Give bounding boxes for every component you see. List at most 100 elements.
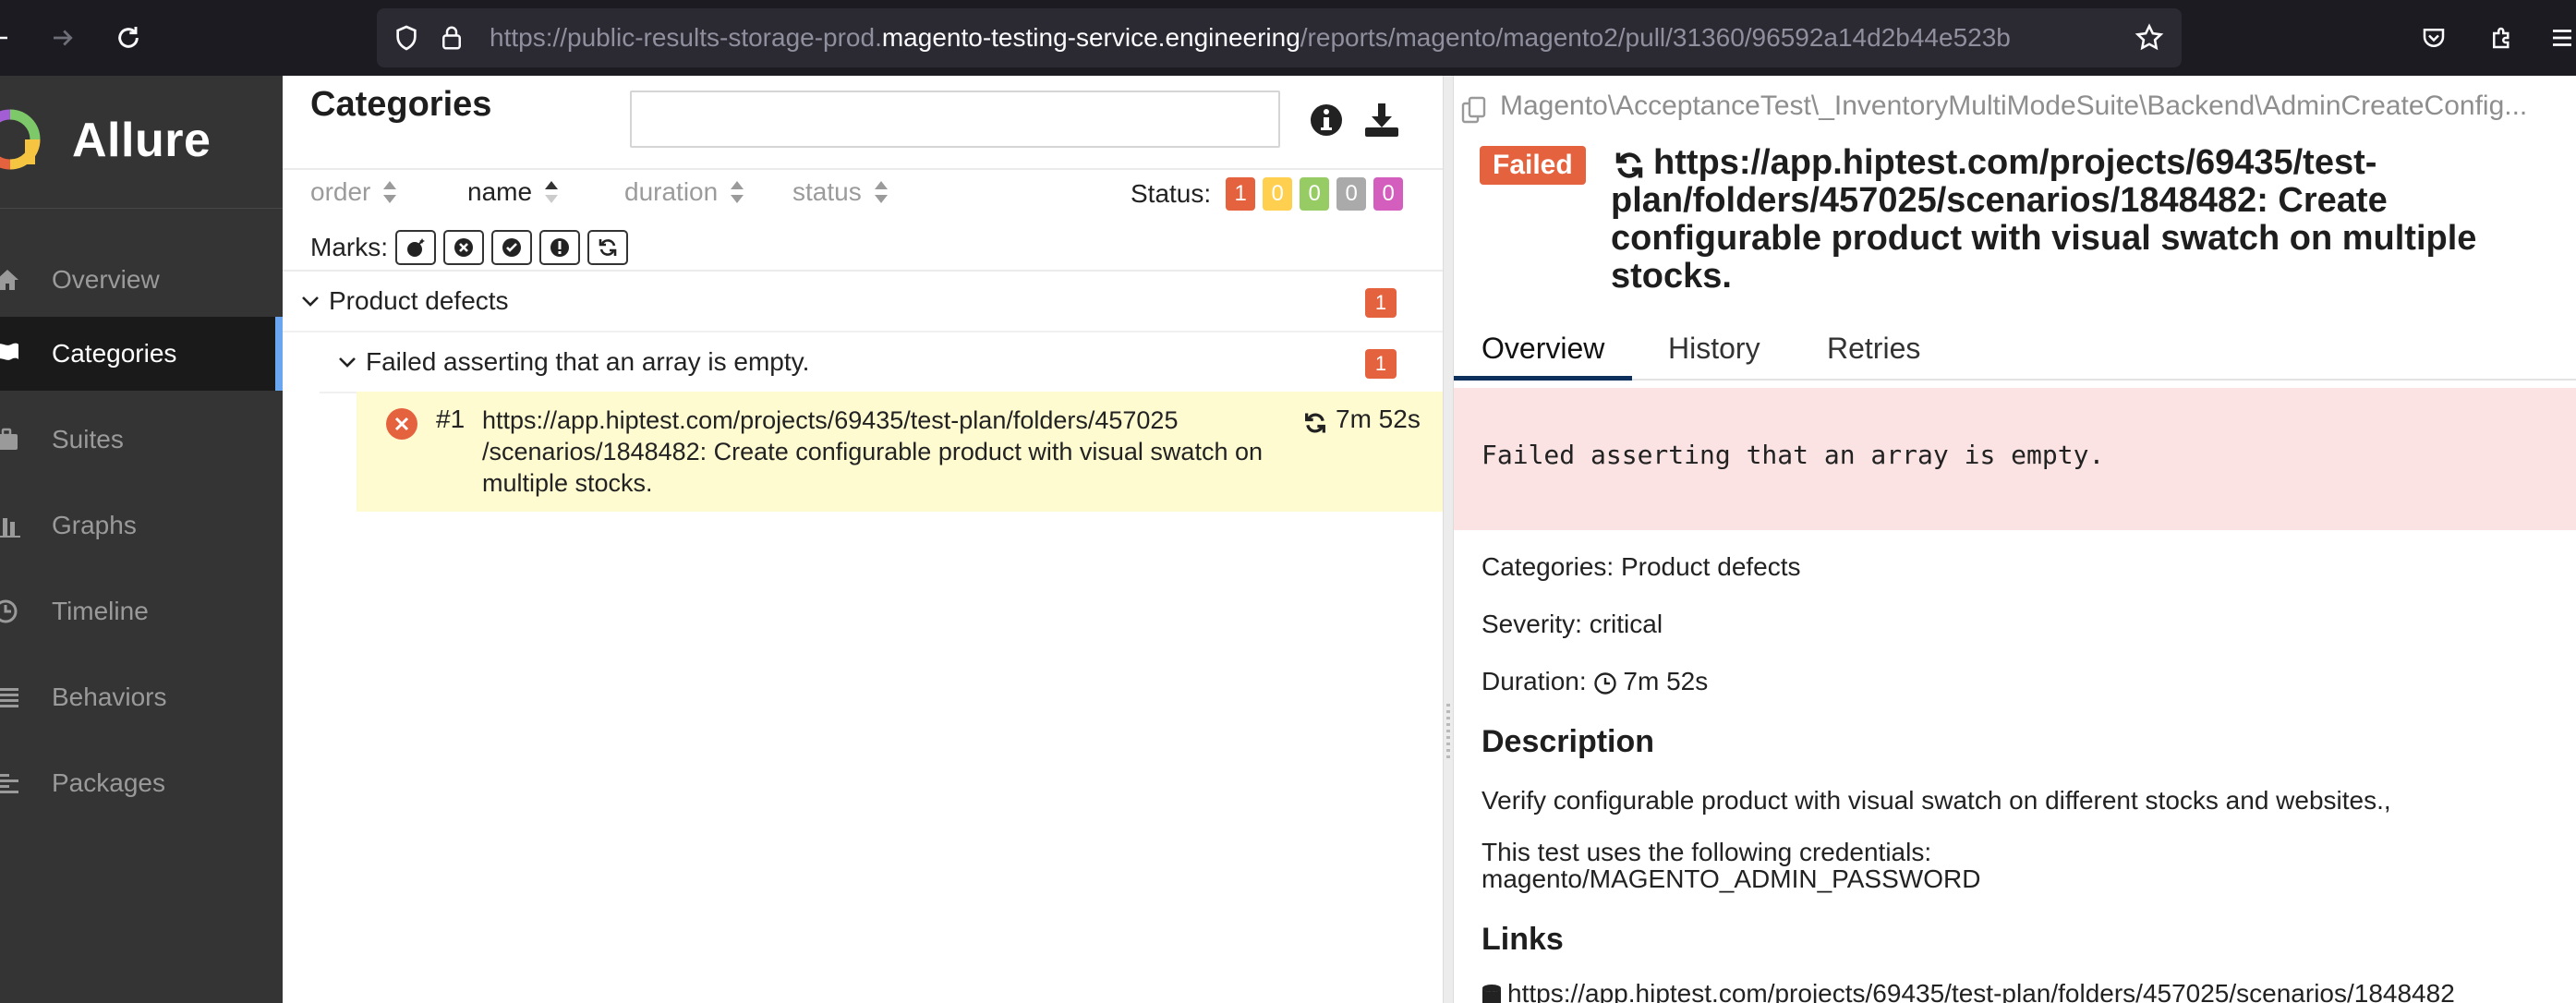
sidebar-item-label: Packages — [52, 768, 165, 797]
lock-icon[interactable] — [438, 8, 466, 67]
sort-order-button[interactable]: order — [310, 172, 397, 212]
categories-pane: Categories order name duration status St… — [283, 76, 1443, 1003]
x-circle-icon — [454, 238, 473, 257]
test-result-row[interactable]: #1 https://app.hiptest.com/projects/6943… — [357, 392, 1443, 512]
status-badge: Failed — [1480, 146, 1586, 185]
link-url[interactable]: https://app.hiptest.com/projects/69435/t… — [1507, 979, 2455, 1003]
test-title: https://app.hiptest.com/projects/69435/t… — [1611, 143, 2477, 296]
sort-duration-button[interactable]: duration — [624, 172, 744, 212]
count-badge: 1 — [1365, 288, 1397, 318]
list-icon — [0, 688, 18, 707]
categories-line: Categories: Product defects — [1482, 552, 1801, 581]
mark-new-passed-toggle[interactable] — [491, 230, 532, 265]
category-subgroup-label: Failed asserting that an array is empty. — [366, 347, 810, 376]
mark-new-broken-toggle[interactable] — [539, 230, 580, 265]
description-heading: Description — [1482, 724, 1655, 759]
exclamation-icon — [550, 238, 569, 257]
back-arrow-icon — [0, 36, 7, 40]
forward-button[interactable] — [41, 0, 85, 76]
link-item[interactable]: https://app.hiptest.com/projects/69435/t… — [1482, 979, 2455, 1003]
sort-name-button[interactable]: name — [467, 172, 559, 212]
test-name: https://app.hiptest.com/projects/69435/t… — [482, 406, 1263, 497]
duration-line: Duration: 7m 52s — [1482, 667, 1708, 696]
clock-icon — [1594, 671, 1617, 695]
bookmark-star-icon[interactable] — [2134, 8, 2165, 67]
sidebar-item-label: Behaviors — [52, 683, 167, 711]
status-label: Status: — [1131, 179, 1212, 208]
pane-resize-handle[interactable] — [1443, 76, 1454, 1003]
sidebar-item-categories[interactable]: Categories — [0, 317, 283, 391]
browser-toolbar: https://public-results-storage-prod.mage… — [0, 0, 2576, 76]
category-group-label: Product defects — [329, 286, 509, 315]
error-message: Failed asserting that an array is empty. — [1482, 440, 2105, 470]
tab-history[interactable]: History — [1640, 318, 1788, 379]
app-menu-button[interactable] — [2544, 0, 2576, 76]
sidebar-item-behaviors[interactable]: Behaviors — [0, 660, 283, 734]
status-failed-toggle[interactable]: 1 — [1226, 177, 1256, 211]
extensions-button[interactable] — [2481, 0, 2523, 76]
status-broken-toggle[interactable]: 0 — [1263, 177, 1293, 211]
hamburger-menu-icon — [2553, 30, 2571, 46]
sidebar-item-label: Timeline — [52, 597, 149, 625]
description-text: Verify configurable product with visual … — [1482, 786, 2391, 815]
download-icon[interactable] — [1363, 102, 1400, 139]
mark-retries-toggle[interactable] — [587, 230, 628, 265]
test-path: Magento\AcceptanceTest\_InventoryMultiMo… — [1500, 91, 2528, 121]
mark-new-failed-toggle[interactable] — [443, 230, 484, 265]
sidebar-item-label: Categories — [52, 339, 177, 368]
error-message-block: Failed asserting that an array is empty. — [1454, 388, 2576, 530]
links-heading: Links — [1482, 922, 1564, 957]
status-passed-toggle[interactable]: 0 — [1300, 177, 1330, 211]
status-filter: Status: 1 0 0 0 0 — [1131, 175, 1404, 212]
sidebar-item-timeline[interactable]: Timeline — [0, 574, 283, 648]
tracking-shield-icon[interactable] — [392, 8, 421, 67]
chevron-down-icon — [302, 296, 319, 307]
sort-status-button[interactable]: status — [792, 172, 888, 212]
check-circle-icon — [502, 238, 521, 257]
detail-tabs: Overview History Retries — [1454, 318, 2576, 381]
mark-flaky-toggle[interactable] — [395, 230, 436, 265]
sidebar-item-label: Overview — [52, 265, 160, 294]
sort-arrows-icon — [731, 181, 744, 203]
brand[interactable]: Allure — [0, 76, 283, 209]
puzzle-icon — [2493, 27, 2509, 49]
sidebar-item-graphs[interactable]: Graphs — [0, 489, 283, 562]
back-button[interactable] — [0, 0, 18, 76]
reload-icon — [118, 27, 139, 48]
marks-filter: Marks: — [310, 227, 635, 268]
status-skipped-toggle[interactable]: 0 — [1336, 177, 1367, 211]
flag-icon — [0, 343, 18, 360]
sidebar-item-overview[interactable]: Overview — [0, 243, 283, 317]
bomb-icon — [407, 238, 425, 257]
chevron-down-icon — [339, 357, 356, 368]
address-bar[interactable]: https://public-results-storage-prod.mage… — [377, 8, 2182, 67]
search-input[interactable] — [630, 91, 1280, 148]
status-unknown-toggle[interactable]: 0 — [1373, 177, 1404, 211]
sort-arrows-icon — [874, 181, 888, 203]
sidebar-item-suites[interactable]: Suites — [0, 403, 283, 477]
sort-arrows-icon — [545, 181, 559, 203]
brand-name: Allure — [72, 114, 212, 167]
copy-icon[interactable] — [1461, 96, 1487, 124]
reload-button[interactable] — [105, 0, 151, 76]
bar-chart-icon — [0, 518, 20, 538]
category-group-row[interactable]: Product defects 1 — [283, 272, 1443, 332]
page-title: Categories — [310, 85, 492, 124]
category-subgroup-row[interactable]: Failed asserting that an array is empty.… — [320, 332, 1443, 393]
tab-retries[interactable]: Retries — [1799, 318, 1948, 379]
test-duration: 7m 52s — [1336, 405, 1421, 433]
count-badge: 1 — [1365, 349, 1397, 379]
marks-label: Marks: — [310, 233, 388, 261]
sidebar-item-packages[interactable]: Packages — [0, 746, 283, 820]
failed-status-icon — [386, 408, 417, 440]
pocket-button[interactable] — [2413, 0, 2455, 76]
tab-overview[interactable]: Overview — [1454, 318, 1633, 381]
url-text[interactable]: https://public-results-storage-prod.mage… — [490, 8, 2115, 67]
divider — [283, 168, 1443, 170]
description-credentials-value: magento/MAGENTO_ADMIN_PASSWORD — [1482, 864, 1981, 893]
duration-label: Duration: — [1482, 667, 1587, 695]
refresh-icon — [1305, 413, 1325, 433]
info-icon[interactable] — [1308, 102, 1345, 139]
sidebar: Allure Overview Categories Suites Graphs… — [0, 76, 283, 1003]
refresh-icon — [599, 239, 617, 256]
